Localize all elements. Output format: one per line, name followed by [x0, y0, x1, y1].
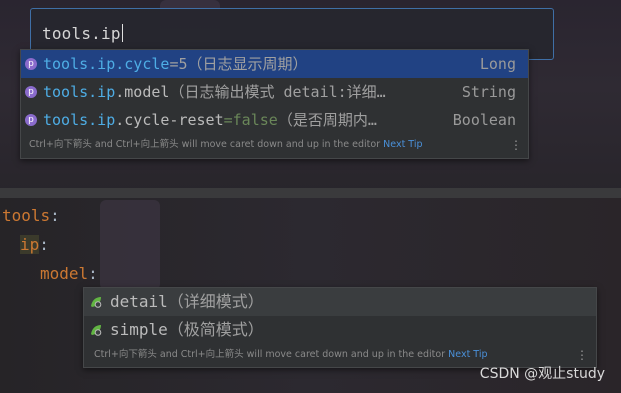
property-icon: p	[25, 58, 37, 70]
leaf-value-icon	[91, 325, 102, 336]
completion-item-label: simple（极简模式）	[110, 320, 264, 339]
completion-popup: p tools.ip.cycle=5（日志显示周期） Long p tools.…	[20, 49, 529, 159]
completion-item[interactable]: p tools.ip.cycle=5（日志显示周期） Long	[21, 50, 528, 78]
section-divider	[0, 188, 621, 198]
next-tip-link[interactable]: Next Tip	[383, 139, 422, 150]
code-line[interactable]: model:	[40, 260, 98, 288]
leaf-value-icon	[91, 297, 102, 308]
next-tip-link[interactable]: Next Tip	[448, 349, 487, 360]
kebab-menu-icon[interactable]: ⋮	[510, 132, 522, 158]
completion-item[interactable]: simple（极简模式）	[84, 316, 596, 344]
completion-item-type: String	[461, 83, 516, 101]
tip-text: Ctrl+向下箭头 and Ctrl+向上箭头 will move caret …	[94, 349, 446, 360]
wallpaper-shape	[100, 200, 160, 290]
property-icon: p	[25, 86, 37, 98]
completion-item-type: Boolean	[452, 111, 516, 129]
completion-item-label: detail（详细模式）	[110, 292, 264, 311]
value-completion-popup: detail（详细模式） simple（极简模式） Ctrl+向下箭头 and …	[83, 287, 597, 368]
code-line[interactable]: tools:	[2, 202, 60, 230]
search-input-text[interactable]: tools.ip	[42, 24, 123, 43]
completion-item-label: tools.ip.cycle=5（日志显示周期）	[43, 55, 308, 73]
completion-item-label: tools.ip.cycle-reset=false（是否周期内…	[43, 111, 377, 129]
tip-text: Ctrl+向下箭头 and Ctrl+向上箭头 will move caret …	[29, 139, 381, 150]
text-caret	[121, 24, 123, 42]
completion-item[interactable]: detail（详细模式）	[84, 288, 596, 316]
completion-item[interactable]: p tools.ip.cycle-reset=false（是否周期内… Bool…	[21, 106, 528, 134]
completion-item[interactable]: p tools.ip.model（日志输出模式 detail:详细… Strin…	[21, 78, 528, 106]
completion-tip-bar: Ctrl+向下箭头 and Ctrl+向上箭头 will move caret …	[21, 132, 528, 158]
code-line[interactable]: ip:	[20, 231, 49, 259]
completion-item-type: Long	[479, 55, 516, 73]
completion-item-label: tools.ip.model（日志输出模式 detail:详细…	[43, 83, 386, 101]
property-icon: p	[25, 114, 37, 126]
watermark-text: CSDN @观止study	[479, 366, 605, 382]
